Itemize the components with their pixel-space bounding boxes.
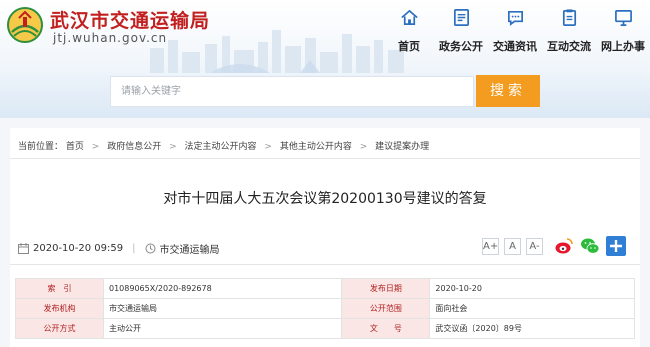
search-input[interactable]: 请输入关键字 xyxy=(110,76,474,107)
font-size-default-button[interactable]: A xyxy=(504,238,521,255)
font-size-decrease-button[interactable]: A- xyxy=(526,238,543,255)
breadcrumb-separator: > xyxy=(169,142,177,152)
table-row: 公开方式 主动公开 文 号 武交议函〔2020〕89号 xyxy=(15,318,635,339)
breadcrumb-separator: > xyxy=(264,142,272,152)
nav-item-gov-affairs[interactable]: 政务公开 xyxy=(435,4,487,54)
table-label-disclosure-method: 公开方式 xyxy=(15,318,104,339)
table-label-index: 索 引 xyxy=(15,278,104,299)
breadcrumb-item-statutory[interactable]: 法定主动公开内容 xyxy=(185,142,257,152)
table-value-index: 01089065X/2020-892678 xyxy=(102,278,343,299)
breadcrumb: 当前位置： 首页 > 政府信息公开 > 法定主动公开内容 > 其他主动公开内容 … xyxy=(18,139,429,152)
table-label-publisher: 发布机构 xyxy=(15,298,104,319)
nav-label-online-service: 网上办事 xyxy=(601,40,645,53)
table-value-publisher: 市交通运输局 xyxy=(102,298,343,319)
document-title: 对市十四届人大五次会议第20200130号建议的答复 xyxy=(163,191,487,207)
table-value-scope: 面向社会 xyxy=(429,298,635,319)
more-share-icon[interactable] xyxy=(606,236,626,256)
nav-label-traffic-news: 交通资讯 xyxy=(493,40,537,53)
breadcrumb-prefix: 当前位置： xyxy=(18,142,64,152)
calendar-icon xyxy=(18,243,29,254)
weibo-share-icon[interactable] xyxy=(554,236,574,256)
table-value-publish-date: 2020-10-20 xyxy=(429,278,635,299)
breadcrumb-item-gov-info[interactable]: 政府信息公开 xyxy=(107,142,161,152)
site-url: jtj.wuhan.gov.cn xyxy=(53,31,168,45)
table-label-scope: 公开范围 xyxy=(341,298,431,319)
main-nav: 首页 政务公开 交通资讯 互动交流 网上办事 xyxy=(380,4,650,54)
document-info-table: 索 引 01089065X/2020-892678 发布日期 2020-10-2… xyxy=(15,278,635,339)
document-meta: 2020-10-20 09:59 | 市交通运输局 xyxy=(18,241,220,256)
site-header: 武汉市交通运输局 jtj.wuhan.gov.cn 首页 政务公开 交通资讯 互… xyxy=(0,0,650,118)
breadcrumb-separator: > xyxy=(359,142,368,152)
site-logo-icon xyxy=(7,7,43,43)
nav-item-interaction[interactable]: 互动交流 xyxy=(543,4,595,54)
computer-icon xyxy=(614,9,632,26)
font-size-increase-button[interactable]: A+ xyxy=(482,238,499,255)
nav-item-home[interactable]: 首页 xyxy=(383,4,435,54)
divider xyxy=(10,158,640,159)
source-icon xyxy=(145,243,155,254)
meta-separator: | xyxy=(132,243,136,254)
nav-label-interaction: 互动交流 xyxy=(547,40,591,53)
breadcrumb-item-other[interactable]: 其他主动公开内容 xyxy=(280,142,352,152)
home-icon xyxy=(400,9,418,26)
table-label-doc-number: 文 号 xyxy=(341,318,431,339)
content-card: 当前位置： 首页 > 政府信息公开 > 法定主动公开内容 > 其他主动公开内容 … xyxy=(10,128,640,347)
breadcrumb-separator: > xyxy=(91,142,100,152)
chat-bubble-icon xyxy=(507,10,523,26)
table-value-doc-number: 武交议函〔2020〕89号 xyxy=(429,318,635,339)
publish-datetime: 2020-10-20 09:59 xyxy=(33,243,124,254)
breadcrumb-item-home[interactable]: 首页 xyxy=(66,142,84,152)
table-row: 发布机构 市交通运输局 公开范围 面向社会 xyxy=(15,298,635,319)
nav-label-home: 首页 xyxy=(398,40,420,53)
site-name: 武汉市交通运输局 xyxy=(50,10,211,32)
search-button[interactable]: 搜索 xyxy=(476,75,540,107)
divider xyxy=(10,264,640,265)
table-label-publish-date: 发布日期 xyxy=(341,278,431,299)
wechat-share-icon[interactable] xyxy=(580,236,600,256)
document-source: 市交通运输局 xyxy=(159,245,220,256)
table-value-disclosure-method: 主动公开 xyxy=(102,318,343,339)
nav-label-gov-affairs: 政务公开 xyxy=(439,40,483,53)
document-icon xyxy=(453,9,469,26)
clipboard-icon xyxy=(562,9,576,26)
nav-item-traffic-news[interactable]: 交通资讯 xyxy=(489,4,541,54)
nav-item-online-service[interactable]: 网上办事 xyxy=(597,4,649,54)
breadcrumb-item-proposals[interactable]: 建议提案办理 xyxy=(375,142,429,152)
table-row: 索 引 01089065X/2020-892678 发布日期 2020-10-2… xyxy=(15,278,635,299)
